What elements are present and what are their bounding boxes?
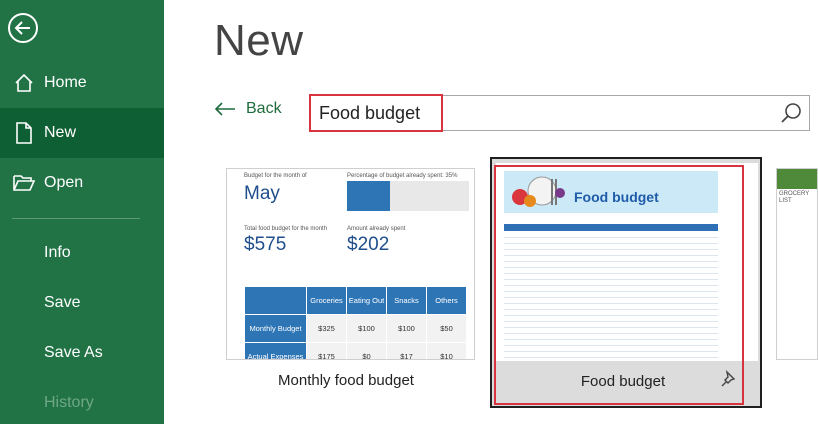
table-cell: $100: [346, 314, 387, 343]
table-cell: $0: [346, 342, 387, 359]
nav-info-label: Info: [44, 244, 71, 261]
home-icon: [0, 72, 44, 94]
backstage-sidebar: Home New Open Info Save Save As History: [0, 0, 164, 424]
nav-info[interactable]: Info: [0, 228, 164, 278]
total-budget-label: Total food budget for the month: [244, 226, 328, 232]
table-corner: [244, 286, 307, 315]
sidebar-divider: [12, 218, 140, 219]
nav-history: History: [0, 378, 164, 424]
template-name: Monthly food budget: [278, 372, 414, 389]
table-cell: $175: [306, 342, 347, 359]
percentage-bar: [347, 181, 469, 211]
search-button[interactable]: [779, 101, 803, 125]
row-header: Actual Expenses: [244, 342, 307, 359]
budget-month-label: Budget for the month of: [244, 173, 307, 179]
table-header: Eating Out: [346, 286, 387, 315]
template-card-grocery-list[interactable]: GROCERY LIST: [776, 168, 818, 360]
nav-history-label: History: [44, 394, 94, 411]
table-cell: $17: [386, 342, 427, 359]
budget-table: Groceries Eating Out Snacks Others Month…: [244, 286, 467, 359]
new-document-icon: [0, 122, 44, 144]
table-header: Groceries: [306, 286, 347, 315]
table-cell: $100: [386, 314, 427, 343]
back-arrow-button[interactable]: [8, 13, 38, 43]
folder-open-icon: [0, 174, 44, 192]
nav-save[interactable]: Save: [0, 278, 164, 328]
selection-highlight-box: [494, 165, 744, 405]
nav-new-label: New: [44, 124, 77, 141]
search-icon: [781, 103, 801, 123]
nav-open[interactable]: Open: [0, 158, 164, 208]
row-header: Monthly Budget: [244, 314, 307, 343]
arrow-left-icon: [214, 102, 235, 116]
amount-spent-label: Amount already spent: [347, 226, 406, 232]
total-budget-value: $575: [244, 234, 287, 255]
page-title: New: [214, 16, 304, 65]
table-cell: $50: [426, 314, 467, 343]
search-highlight-box: [309, 94, 443, 132]
nav-home-label: Home: [44, 74, 87, 91]
grocery-list-title: GROCERY LIST: [779, 191, 810, 204]
nav-open-label: Open: [44, 174, 84, 191]
table-row: Groceries Eating Out Snacks Others: [244, 286, 467, 315]
nav-save-as-label: Save As: [44, 344, 103, 361]
table-header: Others: [426, 286, 467, 315]
table-header: Snacks: [386, 286, 427, 315]
percentage-label: Percentage of budget already spent: 35%: [347, 173, 458, 179]
table-cell: $325: [306, 314, 347, 343]
grocery-list-image: [777, 169, 817, 189]
nav-save-as[interactable]: Save As: [0, 328, 164, 378]
table-row: Actual Expenses $175 $0 $17 $10: [244, 342, 467, 359]
table-row: Monthly Budget $325 $100 $100 $50: [244, 314, 467, 343]
nav-new[interactable]: New: [0, 108, 164, 158]
back-link-label: Back: [246, 100, 282, 117]
percentage-bar-fill: [347, 181, 390, 211]
template-thumbnail: Budget for the month of May Percentage o…: [226, 168, 475, 360]
table-cell: $10: [426, 342, 467, 359]
amount-spent-value: $202: [347, 234, 390, 255]
back-link[interactable]: Back: [214, 100, 282, 118]
budget-month-value: May: [244, 183, 280, 204]
arrow-left-icon: [14, 21, 30, 35]
nav-save-label: Save: [44, 294, 81, 311]
nav-home[interactable]: Home: [0, 58, 164, 108]
